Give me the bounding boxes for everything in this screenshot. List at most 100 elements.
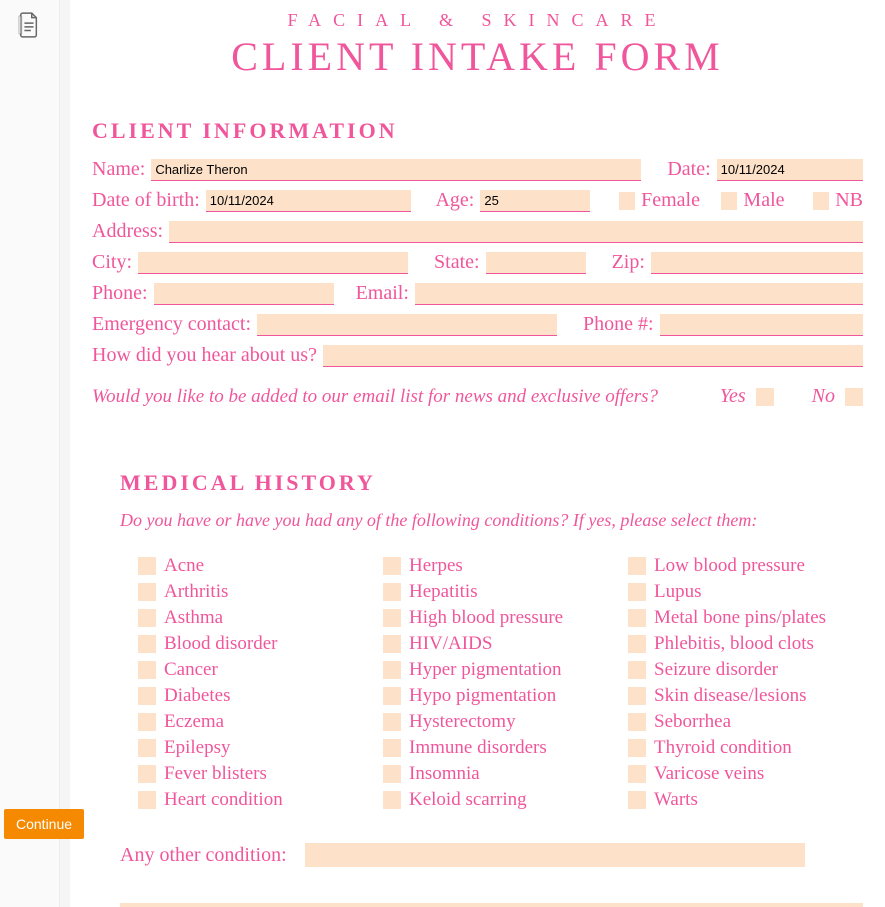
continue-button[interactable]: Continue xyxy=(4,809,84,839)
condition-item: Arthritis xyxy=(138,581,373,603)
input-other[interactable] xyxy=(305,843,805,867)
condition-item: High blood pressure xyxy=(383,607,618,629)
condition-checkbox[interactable] xyxy=(138,765,156,783)
condition-item: Insomnia xyxy=(383,763,618,785)
label-yes: Yes xyxy=(720,385,746,408)
input-city[interactable] xyxy=(138,252,408,274)
condition-label: HIV/AIDS xyxy=(409,633,492,655)
condition-checkbox[interactable] xyxy=(383,765,401,783)
condition-checkbox[interactable] xyxy=(138,557,156,575)
condition-checkbox[interactable] xyxy=(383,583,401,601)
condition-item: Skin disease/lesions xyxy=(628,685,863,707)
condition-checkbox[interactable] xyxy=(383,661,401,679)
label-zip: Zip: xyxy=(612,251,645,274)
input-dob[interactable]: 10/11/2024 xyxy=(206,190,411,212)
condition-item: Immune disorders xyxy=(383,737,618,759)
condition-label: Keloid scarring xyxy=(409,789,527,811)
input-age[interactable]: 25 xyxy=(480,190,590,212)
condition-checkbox[interactable] xyxy=(383,739,401,757)
condition-label: Metal bone pins/plates xyxy=(654,607,826,629)
condition-label: Epilepsy xyxy=(164,737,231,759)
condition-label: Asthma xyxy=(164,607,223,629)
condition-checkbox[interactable] xyxy=(138,661,156,679)
condition-checkbox[interactable] xyxy=(138,583,156,601)
condition-label: Seizure disorder xyxy=(654,659,778,681)
checkbox-no[interactable] xyxy=(845,388,863,406)
condition-checkbox[interactable] xyxy=(383,635,401,653)
row-hear: How did you hear about us? xyxy=(92,344,863,367)
condition-item: Low blood pressure xyxy=(628,555,863,577)
condition-checkbox[interactable] xyxy=(628,583,646,601)
condition-item: Hysterectomy xyxy=(383,711,618,733)
condition-checkbox[interactable] xyxy=(628,687,646,705)
input-date[interactable]: 10/11/2024 xyxy=(717,159,863,181)
condition-checkbox[interactable] xyxy=(383,687,401,705)
condition-label: Cancer xyxy=(164,659,218,681)
checkbox-nb[interactable] xyxy=(813,192,829,210)
condition-label: Hypo pigmentation xyxy=(409,685,556,707)
row-email-list: Would you like to be added to our email … xyxy=(92,385,863,408)
checkbox-yes[interactable] xyxy=(756,388,774,406)
condition-label: Hysterectomy xyxy=(409,711,516,733)
condition-checkbox[interactable] xyxy=(628,635,646,653)
condition-label: Blood disorder xyxy=(164,633,277,655)
condition-item: Acne xyxy=(138,555,373,577)
condition-checkbox[interactable] xyxy=(138,609,156,627)
row-emergency: Emergency contact: Phone #: xyxy=(92,313,863,336)
checkbox-female[interactable] xyxy=(619,192,635,210)
condition-checkbox[interactable] xyxy=(628,661,646,679)
label-emergency-phone: Phone #: xyxy=(583,313,654,336)
input-email[interactable] xyxy=(415,283,863,305)
condition-label: Fever blisters xyxy=(164,763,267,785)
condition-checkbox[interactable] xyxy=(383,791,401,809)
condition-label: Herpes xyxy=(409,555,463,577)
condition-checkbox[interactable] xyxy=(138,739,156,757)
condition-item: Hyper pigmentation xyxy=(383,659,618,681)
condition-checkbox[interactable] xyxy=(628,791,646,809)
section-client-info: CLIENT INFORMATION xyxy=(92,118,863,144)
label-phone: Phone: xyxy=(92,282,148,305)
condition-label: Thyroid condition xyxy=(654,737,792,759)
header-subtitle: FACIAL & SKINCARE xyxy=(90,10,865,31)
condition-label: High blood pressure xyxy=(409,607,563,629)
label-hear: How did you hear about us? xyxy=(92,344,317,367)
notes-box[interactable]: Notes: xyxy=(120,903,863,907)
condition-checkbox[interactable] xyxy=(628,713,646,731)
condition-checkbox[interactable] xyxy=(628,739,646,757)
label-male: Male xyxy=(743,189,784,212)
condition-item: Heart condition xyxy=(138,789,373,811)
condition-checkbox[interactable] xyxy=(138,713,156,731)
condition-checkbox[interactable] xyxy=(628,557,646,575)
input-name[interactable]: Charlize Theron xyxy=(151,159,641,181)
condition-checkbox[interactable] xyxy=(628,609,646,627)
input-zip[interactable] xyxy=(651,252,863,274)
input-emergency[interactable] xyxy=(257,314,557,336)
condition-checkbox[interactable] xyxy=(383,713,401,731)
condition-item: Phlebitis, blood clots xyxy=(628,633,863,655)
condition-label: Lupus xyxy=(654,581,702,603)
input-phone[interactable] xyxy=(154,283,334,305)
input-state[interactable] xyxy=(486,252,586,274)
condition-item: Thyroid condition xyxy=(628,737,863,759)
input-hear[interactable] xyxy=(323,345,863,367)
condition-checkbox[interactable] xyxy=(628,765,646,783)
input-emergency-phone[interactable] xyxy=(660,314,863,336)
label-name: Name: xyxy=(92,158,145,181)
condition-checkbox[interactable] xyxy=(383,609,401,627)
condition-checkbox[interactable] xyxy=(138,687,156,705)
condition-checkbox[interactable] xyxy=(138,791,156,809)
checkbox-male[interactable] xyxy=(721,192,737,210)
conditions-grid: AcneArthritisAsthmaBlood disorderCancerD… xyxy=(120,555,863,815)
row-city-state-zip: City: State: Zip: xyxy=(92,251,863,274)
label-city: City: xyxy=(92,251,132,274)
label-other: Any other condition: xyxy=(120,844,287,867)
condition-checkbox[interactable] xyxy=(383,557,401,575)
condition-checkbox[interactable] xyxy=(138,635,156,653)
label-emergency: Emergency contact: xyxy=(92,313,251,336)
condition-label: Skin disease/lesions xyxy=(654,685,807,707)
input-address[interactable] xyxy=(169,221,863,243)
row-phone-email: Phone: Email: xyxy=(92,282,863,305)
header-title: CLIENT INTAKE FORM xyxy=(90,33,865,80)
condition-label: Eczema xyxy=(164,711,224,733)
label-no: No xyxy=(812,385,835,408)
